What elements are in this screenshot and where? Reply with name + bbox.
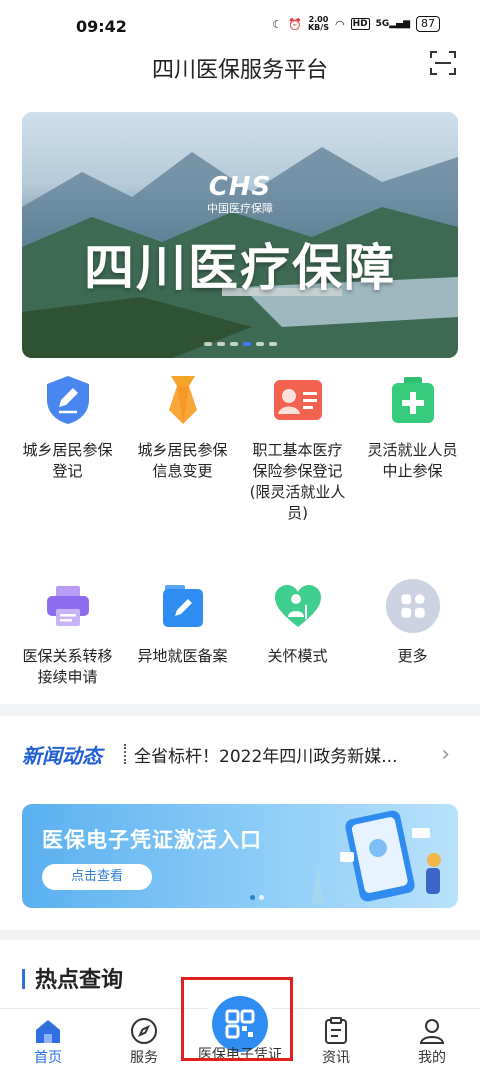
service-transfer-apply[interactable]: 医保关系转移接续申请 — [10, 578, 125, 688]
shield-pen-icon — [46, 376, 89, 424]
service-label: 关怀模式 — [267, 647, 328, 665]
alarm-icon: ⏰ — [288, 17, 302, 31]
printer-icon — [46, 586, 89, 626]
document-icon — [325, 1017, 347, 1044]
hot-query-title: 热点查询 — [35, 968, 124, 993]
tie-icon — [168, 376, 197, 424]
banner-dot — [216, 342, 225, 346]
status-icons: ☾ ⏰ 2.00 KB/S ◠ HD 5G▂▄▆ 87 — [272, 16, 440, 32]
service-care-mode[interactable]: 关怀模式 — [240, 578, 355, 688]
folder-pen-icon — [162, 585, 203, 627]
tab-home[interactable]: 首页 — [0, 1009, 96, 1072]
wifi-icon: ◠ — [334, 17, 345, 31]
service-label: 城乡居民参保登记 — [22, 441, 113, 480]
hd-badge: HD — [350, 18, 370, 30]
banner-dot — [229, 342, 238, 346]
banner-headline: 四川医疗保障 — [84, 239, 396, 297]
signal-icon: 5G▂▄▆ — [375, 19, 410, 29]
phone-illustration — [312, 810, 441, 904]
service-grid-row1: 城乡居民参保登记 城乡居民参保信息变更 职工基本医疗保险参保登记(限灵活就业人员… — [10, 372, 470, 524]
app-header: 四川医保服务平台 — [0, 44, 480, 92]
banner-dot — [255, 342, 264, 346]
banner-dot-active — [242, 342, 251, 346]
page-title: 四川医保服务平台 — [151, 58, 328, 83]
service-label: 更多 — [397, 647, 428, 665]
tab-mine[interactable]: 我的 — [384, 1009, 480, 1072]
e-voucher-banner[interactable]: 医保电子凭证激活入口 点击查看 — [22, 804, 458, 908]
tab-news[interactable]: 资讯 — [288, 1009, 384, 1072]
service-remote-medical-filing[interactable]: 异地就医备案 — [125, 578, 240, 688]
tab-service[interactable]: 服务 — [96, 1009, 192, 1072]
news-tag: 新闻动态 — [22, 744, 102, 768]
service-resident-register[interactable]: 城乡居民参保登记 — [10, 372, 125, 524]
tab-label: 首页 — [34, 1050, 62, 1066]
promo-dot — [259, 895, 264, 900]
news-ticker[interactable]: 新闻动态 全省标杆！2022年四川政务新媒... › — [0, 724, 480, 782]
user-icon — [419, 1019, 445, 1044]
promo-dot-active — [250, 895, 255, 900]
service-flexible-suspend[interactable]: 灵活就业人员中止参保 — [355, 372, 470, 524]
scan-icon[interactable] — [430, 50, 456, 76]
home-icon — [36, 1020, 60, 1043]
moon-icon: ☾ — [272, 17, 283, 31]
net-type: 5G — [375, 19, 390, 29]
status-time: 09:42 — [76, 17, 127, 36]
tab-label: 我的 — [418, 1050, 446, 1066]
net-speed-unit: KB/S — [307, 23, 329, 32]
banner-dot — [268, 342, 277, 346]
chs-logo: CHS — [208, 172, 272, 202]
medical-kit-icon — [391, 377, 434, 423]
hot-query-heading: 热点查询 — [22, 962, 123, 994]
promo-pagination — [250, 895, 264, 900]
status-bar: 09:42 ☾ ⏰ 2.00 KB/S ◠ HD 5G▂▄▆ 87 — [0, 0, 480, 44]
service-more[interactable]: 更多 — [355, 578, 470, 688]
compass-icon — [131, 1018, 157, 1044]
net-speed: 2.00 KB/S — [308, 16, 329, 32]
tab-label: 资讯 — [322, 1050, 350, 1066]
tab-label: 服务 — [130, 1050, 158, 1066]
more-grid-icon — [385, 578, 440, 634]
service-label: 灵活就业人员中止参保 — [367, 441, 458, 480]
banner-dot — [203, 342, 212, 346]
service-employee-register[interactable]: 职工基本医疗保险参保登记(限灵活就业人员) — [240, 372, 355, 524]
promo-title: 医保电子凭证激活入口 — [42, 828, 262, 852]
view-now-button[interactable]: 点击查看 — [42, 864, 152, 890]
section-divider — [0, 930, 480, 940]
service-grid-row2: 医保关系转移接续申请 异地就医备案 关怀模式 更多 — [10, 578, 470, 688]
chs-logo-subtitle: 中国医疗保障 — [207, 202, 273, 215]
section-divider — [0, 704, 480, 716]
service-label: 医保关系转移接续申请 — [22, 647, 113, 686]
service-resident-info-change[interactable]: 城乡居民参保信息变更 — [125, 372, 240, 524]
heart-person-icon — [274, 585, 321, 627]
chevron-right-icon[interactable]: › — [441, 742, 450, 767]
service-label: 职工基本医疗保险参保登记(限灵活就业人员) — [249, 441, 346, 522]
service-label: 城乡居民参保信息变更 — [137, 441, 228, 480]
banner-pagination — [22, 342, 458, 346]
battery-indicator: 87 — [416, 16, 440, 32]
heading-marker — [22, 969, 25, 989]
service-label: 异地就医备案 — [137, 647, 228, 665]
highlight-box — [181, 977, 293, 1061]
id-card-icon — [273, 380, 322, 420]
hero-banner[interactable]: CHS 中国医疗保障 四川医疗保障 — [22, 112, 458, 358]
news-separator — [124, 744, 126, 764]
news-headline[interactable]: 全省标杆！2022年四川政务新媒... — [134, 742, 419, 767]
